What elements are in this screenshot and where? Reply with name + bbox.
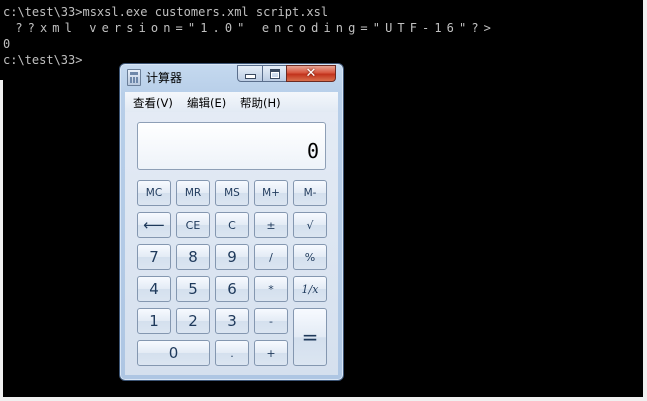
key-divide[interactable]: /	[254, 244, 288, 270]
calculator-icon	[127, 69, 141, 86]
maximize-icon	[269, 68, 280, 79]
key-multiply[interactable]: *	[254, 276, 288, 302]
calculator-body: 0 MC MR MS M+ M- ⟵ CE C ± √ 7 8 9 / % 4 …	[125, 112, 338, 375]
console-scrollbar[interactable]	[643, 0, 647, 401]
key-m-minus[interactable]: M-	[293, 180, 327, 206]
menu-bar: 查看(V) 编辑(E) 帮助(H)	[125, 92, 338, 112]
menu-view[interactable]: 查看(V)	[133, 95, 173, 111]
key-equals[interactable]: =	[293, 308, 327, 366]
key-mr[interactable]: MR	[176, 180, 210, 206]
minimize-icon	[244, 74, 256, 79]
close-button[interactable]: ✕	[286, 65, 336, 82]
console-command-line: c:\test\33>msxsl.exe customers.xml scrip…	[3, 5, 329, 19]
key-add[interactable]: +	[254, 340, 288, 366]
close-icon: ✕	[305, 66, 317, 81]
key-6[interactable]: 6	[215, 276, 249, 302]
key-decimal[interactable]: .	[215, 340, 249, 366]
key-ce[interactable]: CE	[176, 212, 210, 238]
key-3[interactable]: 3	[215, 308, 249, 334]
console-output-line: 0	[3, 37, 11, 51]
console-output-line: ??xml version="1.0" encoding="UTF-16"?>	[3, 21, 496, 35]
key-0[interactable]: 0	[137, 340, 210, 366]
key-c[interactable]: C	[215, 212, 249, 238]
key-sqrt[interactable]: √	[293, 212, 327, 238]
display-value: 0	[306, 139, 319, 163]
key-mc[interactable]: MC	[137, 180, 171, 206]
console-prompt-line: c:\test\33>	[3, 53, 83, 67]
key-m-plus[interactable]: M+	[254, 180, 288, 206]
key-percent[interactable]: %	[293, 244, 327, 270]
calculator-display: 0	[137, 122, 326, 170]
key-ms[interactable]: MS	[215, 180, 249, 206]
menu-edit[interactable]: 编辑(E)	[187, 95, 226, 111]
key-subtract[interactable]: -	[254, 308, 288, 334]
key-8[interactable]: 8	[176, 244, 210, 270]
calculator-window: 计算器 ✕ 查看(V) 编辑(E) 帮助(H) 0 MC MR MS M+ M-…	[119, 63, 344, 381]
maximize-button[interactable]	[262, 65, 287, 82]
key-plus-minus[interactable]: ±	[254, 212, 288, 238]
calculator-titlebar[interactable]: 计算器 ✕	[120, 64, 343, 92]
key-backspace[interactable]: ⟵	[137, 212, 171, 238]
key-2[interactable]: 2	[176, 308, 210, 334]
console-border	[0, 80, 3, 401]
window-title: 计算器	[146, 71, 183, 85]
key-7[interactable]: 7	[137, 244, 171, 270]
key-9[interactable]: 9	[215, 244, 249, 270]
key-reciprocal[interactable]: 1/x	[293, 276, 327, 302]
key-1[interactable]: 1	[137, 308, 171, 334]
key-4[interactable]: 4	[137, 276, 171, 302]
key-5[interactable]: 5	[176, 276, 210, 302]
minimize-button[interactable]	[237, 65, 263, 82]
menu-help[interactable]: 帮助(H)	[240, 95, 281, 111]
console-border	[0, 397, 647, 401]
